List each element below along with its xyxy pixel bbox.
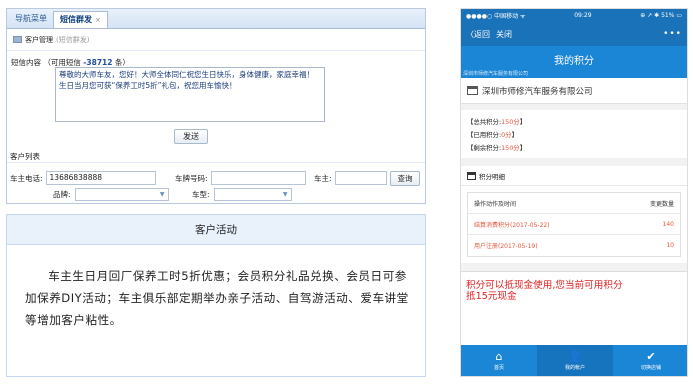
admin-tabbar: 导航菜单 短信群发 × (7, 9, 425, 29)
brand-filter: 品牌: ▼ (53, 188, 169, 201)
customer-activity-card: 客户活动 车主生日月回厂保养工时5折优惠；会员积分礼品兑换、会员日可参加保养DI… (6, 214, 426, 377)
close-button[interactable]: 关闭 (496, 29, 512, 40)
remaining-points: 【剩余积分:150分】 (467, 144, 527, 152)
used-points: 【已用积分:0分】 (467, 131, 518, 139)
sms-label-prefix: 短信内容 （可用短信 (11, 58, 81, 67)
tab-my-account[interactable]: 👤 我的帐户 (537, 345, 613, 376)
tab-switch-store-label: 切换店铺 (640, 364, 661, 371)
owner-input[interactable] (334, 171, 387, 185)
chevron-down-icon: ▼ (282, 191, 288, 198)
customer-list-title: 客户列表 (10, 152, 40, 161)
send-button[interactable]: 发送 (174, 129, 208, 144)
query-button[interactable]: 查询 (390, 171, 420, 186)
user-icon: 👤 (568, 349, 582, 363)
model-select[interactable]: ▼ (213, 188, 292, 201)
table-row: 结算消费积分(2017-05-22) 140 (468, 214, 680, 235)
row-amount: 10 (666, 242, 674, 249)
activity-text: 车主生日月回厂保养工时5折优惠；会员积分礼品兑换、会员日可参加保养DIY活动；车… (25, 269, 409, 327)
page-header: 我的积分 深圳市师修汽车服务有限公司 (461, 46, 687, 78)
battery-status: ⊕ ↗ ✱ 51% ▭ (640, 12, 682, 19)
owner-filter-label: 车主: (314, 173, 332, 183)
status-bar: ●●●●○ 中国移动 ᯤ 09:29 ⊕ ↗ ✱ 51% ▭ (461, 9, 687, 22)
sms-content-textarea[interactable]: 尊敬的大师车友，您好！大师全体同仁祝您生日快乐，身体健康，家庭幸福！生日当月您可… (55, 67, 325, 122)
chevron-down-icon: ▼ (159, 191, 165, 198)
column-amount: 变更数量 (649, 200, 674, 208)
total-points: 【总共积分:150分】 (467, 118, 527, 126)
phone-filter: 车主电话: 13686838888 (10, 171, 156, 185)
tab-my-account-label: 我的帐户 (564, 364, 585, 371)
row-amount: 140 (662, 220, 674, 228)
promo-line-2: 抵15元现金 (466, 290, 517, 302)
table-row: 用户注册(2017-05-19) 10 (468, 235, 680, 256)
sms-admin-panel: 导航菜单 短信群发 × 客户管理 (短信群发) 短信内容 （可用短信 -3871… (6, 8, 426, 204)
tab-close-icon[interactable]: × (95, 12, 101, 28)
breadcrumb-sub: (短信群发) (56, 35, 90, 44)
back-button[interactable]: 〈返回 (466, 29, 490, 40)
breadcrumb: 客户管理 (短信群发) (7, 29, 425, 51)
page-title: 我的积分 (554, 56, 594, 67)
points-detail-header: 积分明细 (461, 166, 687, 186)
plate-filter-label: 车牌号码: (175, 173, 208, 183)
phone-filter-label: 车主电话: (10, 173, 43, 183)
activity-title: 客户活动 (7, 215, 425, 245)
home-icon: ⌂ (495, 349, 503, 363)
plate-input[interactable] (210, 171, 306, 185)
row-action: 用户注册(2017-05-19) (474, 243, 538, 250)
sms-label-suffix: 条） (114, 58, 130, 67)
divider (7, 162, 425, 163)
more-icon[interactable]: ••• (663, 29, 682, 39)
phone-screen: ●●●●○ 中国移动 ᯤ 09:29 ⊕ ↗ ✱ 51% ▭ 〈返回 关闭 ••… (460, 8, 688, 377)
row-action: 结算消费积分(2017-05-22) (474, 221, 550, 229)
plate-filter: 车牌号码: (175, 171, 306, 185)
tab-home-label: 首页 (493, 364, 504, 371)
model-filter: 车型: ▼ (192, 188, 292, 201)
carrier-signal: ●●●●○ 中国移动 ᯤ (466, 13, 526, 20)
company-name: 深圳市师修汽车服务有限公司 (482, 86, 593, 97)
sms-available-count: -38712 (83, 58, 113, 67)
building-icon (467, 86, 478, 95)
brand-filter-label: 品牌: (53, 190, 71, 199)
points-detail-title: 积分明细 (479, 172, 505, 181)
brand-select[interactable]: ▼ (74, 188, 169, 201)
phone-input[interactable]: 13686838888 (45, 171, 156, 185)
column-action: 操作动作及时间 (474, 200, 517, 208)
bottom-tabbar: ⌂ 首页 👤 我的帐户 ✔ 切换店铺 (461, 345, 687, 376)
calendar-icon (467, 171, 476, 180)
nav-bar: 〈返回 关闭 ••• (461, 22, 687, 46)
module-icon (13, 36, 22, 43)
company-row: 深圳市师修汽车服务有限公司 (461, 78, 687, 104)
breadcrumb-module[interactable]: 客户管理 (25, 35, 53, 45)
points-table: 操作动作及时间 变更数量 结算消费积分(2017-05-22) 140 用户注册… (461, 186, 687, 263)
tab-sms-broadcast[interactable]: 短信群发 × (53, 11, 108, 28)
promo-line-1: 积分可以抵现金使用,您当前可用积分 (466, 280, 623, 291)
table-header: 操作动作及时间 变更数量 (468, 193, 680, 214)
owner-filter: 车主: (314, 171, 387, 185)
tab-nav-menu[interactable]: 导航菜单 (9, 11, 53, 28)
tab-home[interactable]: ⌂ 首页 (461, 345, 537, 376)
tab-sms-broadcast-label: 短信群发 (60, 15, 92, 24)
check-icon: ✔ (646, 349, 656, 363)
page-subtitle: 深圳市师修汽车服务有限公司 (463, 71, 529, 77)
tab-switch-store[interactable]: ✔ 切换店铺 (613, 345, 687, 376)
points-summary: 【总共积分:150分】 【已用积分:0分】 【剩余积分:150分】 (461, 110, 687, 158)
status-time: 09:29 (574, 12, 592, 19)
model-filter-label: 车型: (192, 190, 210, 199)
